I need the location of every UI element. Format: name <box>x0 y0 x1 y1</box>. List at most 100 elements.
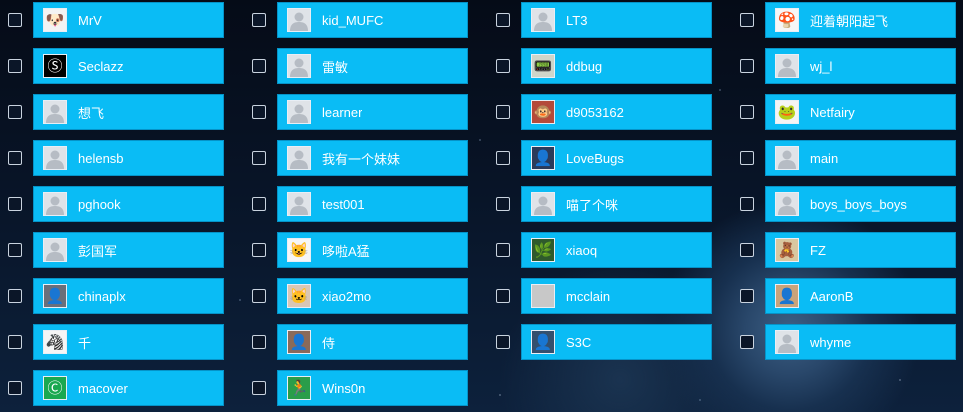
select-checkbox[interactable] <box>8 105 22 119</box>
user-button[interactable]: main <box>765 140 956 176</box>
user-button[interactable]: mcclain <box>521 278 712 314</box>
select-checkbox[interactable] <box>252 243 266 257</box>
select-checkbox[interactable] <box>252 335 266 349</box>
user-name: d9053162 <box>566 104 624 120</box>
user-button[interactable]: test001 <box>277 186 468 222</box>
user-button[interactable]: 我有一个妹妹 <box>277 140 468 176</box>
user-item: 彭国军 <box>0 232 240 268</box>
select-checkbox[interactable] <box>740 197 754 211</box>
user-button[interactable]: 🏃 Wins0n <box>277 370 468 406</box>
default-avatar-icon <box>531 192 555 216</box>
select-checkbox[interactable] <box>8 59 22 73</box>
select-checkbox[interactable] <box>496 243 510 257</box>
user-item: LT3 <box>488 2 728 38</box>
user-button[interactable]: 彭国军 <box>33 232 224 268</box>
user-name: LT3 <box>566 12 588 28</box>
select-checkbox[interactable] <box>252 289 266 303</box>
select-checkbox[interactable] <box>740 335 754 349</box>
user-name: 喵了个咪 <box>566 197 619 213</box>
user-button[interactable]: 👤 侍 <box>277 324 468 360</box>
select-checkbox[interactable] <box>740 13 754 27</box>
select-checkbox[interactable] <box>8 13 22 27</box>
user-item: 👤 chinaplx <box>0 278 240 314</box>
select-checkbox[interactable] <box>252 59 266 73</box>
user-name: 迎着朝阳起飞 <box>810 13 889 29</box>
select-checkbox[interactable] <box>8 243 22 257</box>
select-checkbox[interactable] <box>740 289 754 303</box>
user-name: mcclain <box>566 288 611 304</box>
user-button[interactable]: 🐸 Netfairy <box>765 94 956 130</box>
select-checkbox[interactable] <box>252 381 266 395</box>
select-checkbox[interactable] <box>496 59 510 73</box>
select-checkbox[interactable] <box>740 243 754 257</box>
default-avatar-icon <box>287 8 311 32</box>
user-button[interactable]: kid_MUFC <box>277 2 468 38</box>
user-button[interactable]: whyme <box>765 324 956 360</box>
select-checkbox[interactable] <box>8 381 22 395</box>
user-button[interactable]: helensb <box>33 140 224 176</box>
user-button[interactable]: 想飞 <box>33 94 224 130</box>
user-button[interactable]: 喵了个咪 <box>521 186 712 222</box>
user-name: learner <box>322 104 363 120</box>
user-button[interactable]: 📟 ddbug <box>521 48 712 84</box>
select-checkbox[interactable] <box>496 105 510 119</box>
default-avatar-icon <box>531 8 555 32</box>
user-item: test001 <box>244 186 484 222</box>
user-item: kid_MUFC <box>244 2 484 38</box>
user-button[interactable]: 雷敏 <box>277 48 468 84</box>
default-avatar-icon <box>775 146 799 170</box>
select-checkbox[interactable] <box>740 151 754 165</box>
user-name: S3C <box>566 334 592 350</box>
user-button[interactable]: boys_boys_boys <box>765 186 956 222</box>
select-checkbox[interactable] <box>8 289 22 303</box>
user-button[interactable]: 👤 S3C <box>521 324 712 360</box>
user-item: 👤 AaronB <box>732 278 963 314</box>
user-button[interactable]: Ⓢ Seclazz <box>33 48 224 84</box>
select-checkbox[interactable] <box>496 289 510 303</box>
user-button[interactable]: wj_l <box>765 48 956 84</box>
user-button[interactable]: 🌿 xiaoq <box>521 232 712 268</box>
select-checkbox[interactable] <box>496 13 510 27</box>
user-button[interactable]: 🦓 千 <box>33 324 224 360</box>
user-button[interactable]: 🧸 FZ <box>765 232 956 268</box>
user-item: 🌿 xiaoq <box>488 232 728 268</box>
select-checkbox[interactable] <box>8 197 22 211</box>
select-checkbox[interactable] <box>252 197 266 211</box>
user-button[interactable]: 😺 哆啦A猛 <box>277 232 468 268</box>
select-checkbox[interactable] <box>740 105 754 119</box>
select-checkbox[interactable] <box>496 197 510 211</box>
user-button[interactable]: 👤 AaronB <box>765 278 956 314</box>
default-avatar-icon <box>43 238 67 262</box>
select-checkbox[interactable] <box>496 335 510 349</box>
select-checkbox[interactable] <box>252 151 266 165</box>
select-checkbox[interactable] <box>740 59 754 73</box>
user-name: FZ <box>810 242 826 258</box>
user-button[interactable]: LT3 <box>521 2 712 38</box>
cartoon-avatar-icon: 🐵 <box>531 100 555 124</box>
user-item: boys_boys_boys <box>732 186 963 222</box>
select-checkbox[interactable] <box>496 151 510 165</box>
device-avatar-icon: 📟 <box>531 54 555 78</box>
user-button[interactable]: 🐵 d9053162 <box>521 94 712 130</box>
cartoon-avatar-icon: 🧸 <box>775 238 799 262</box>
user-button[interactable]: 🐶 MrV <box>33 2 224 38</box>
user-button[interactable]: 🐱 xiao2mo <box>277 278 468 314</box>
select-checkbox[interactable] <box>8 151 22 165</box>
user-button[interactable]: 🍄 迎着朝阳起飞 <box>765 2 956 38</box>
zebra-avatar-icon: 🦓 <box>43 330 67 354</box>
user-button[interactable]: 👤 chinaplx <box>33 278 224 314</box>
default-avatar-icon <box>43 100 67 124</box>
user-name: 哆啦A猛 <box>322 243 370 259</box>
user-name: MrV <box>78 12 102 28</box>
photo-avatar-icon <box>531 284 555 308</box>
select-checkbox[interactable] <box>8 335 22 349</box>
user-name: macover <box>78 380 128 396</box>
select-checkbox[interactable] <box>252 13 266 27</box>
default-avatar-icon <box>775 330 799 354</box>
photo-avatar-icon: 👤 <box>531 330 555 354</box>
user-button[interactable]: learner <box>277 94 468 130</box>
user-button[interactable]: Ⓒmacover <box>33 370 224 406</box>
user-button[interactable]: pghook <box>33 186 224 222</box>
user-button[interactable]: 👤 LoveBugs <box>521 140 712 176</box>
select-checkbox[interactable] <box>252 105 266 119</box>
